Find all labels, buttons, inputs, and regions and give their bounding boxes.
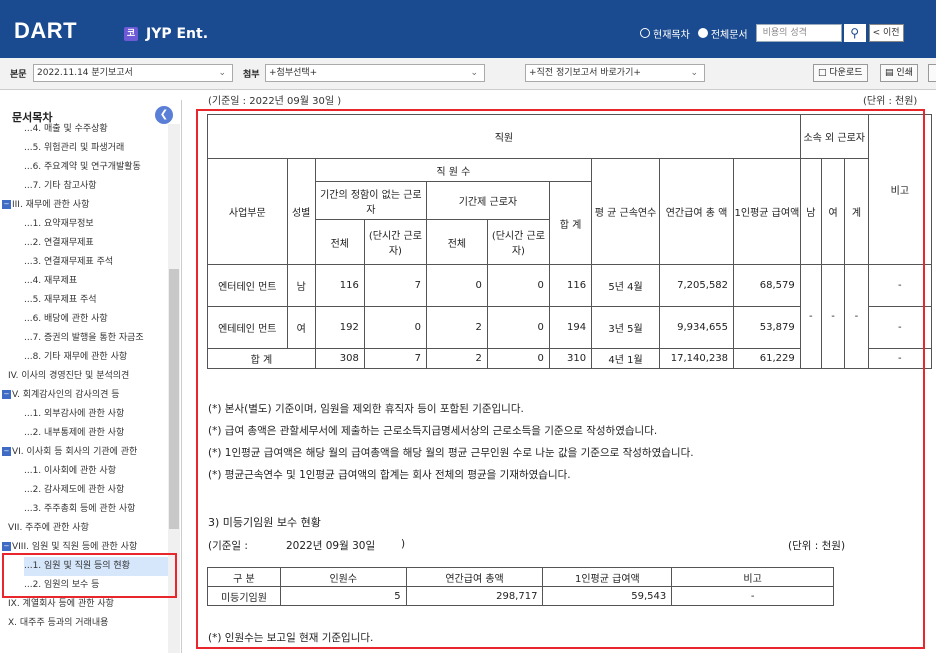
prev-date-partial: (기준일 : 2022년 09월 30일 ) bbox=[208, 96, 342, 107]
chevron-down-icon: ⌄ bbox=[470, 68, 478, 78]
chevron-down-icon: ⌄ bbox=[218, 68, 226, 78]
sidebar-item[interactable]: ...2. 연결재무제표 bbox=[24, 234, 172, 253]
download-icon: □ bbox=[818, 68, 827, 78]
radio-current-label[interactable]: 현재목차 bbox=[653, 26, 690, 41]
toc-highlight-box bbox=[2, 553, 177, 598]
sidebar-item-label: ...7. 증권의 발행을 통한 자금조 bbox=[24, 333, 144, 343]
print-icon: ▤ bbox=[885, 68, 894, 78]
sidebar-item[interactable]: ...7. 증권의 발행을 통한 자금조 bbox=[24, 329, 172, 348]
sidebar-item-label: ...6. 주요계약 및 연구개발활동 bbox=[24, 162, 141, 172]
doc-toolbar: 본문 2022.11.14 분기보고서 ⌄ 첨부 +첨부선택+ ⌄ +직전 정기보고… bbox=[0, 58, 936, 90]
sidebar-item-label: VI. 이사회 등 회사의 기관에 관한 bbox=[12, 447, 138, 457]
expand-toggle-icon[interactable]: − bbox=[2, 200, 11, 209]
sidebar-item[interactable]: − VI. 이사회 등 회사의 기관에 관한 bbox=[2, 443, 172, 462]
chevron-down-icon: ⌄ bbox=[690, 68, 698, 78]
dart-logo[interactable]: DART bbox=[14, 18, 77, 44]
radio-all-label[interactable]: 전체문서 bbox=[711, 26, 748, 41]
sidebar-item[interactable]: ...8. 기타 재무에 관한 사항 bbox=[24, 348, 172, 367]
sidebar-item[interactable]: ...6. 배당에 관한 사항 bbox=[24, 310, 172, 329]
main-doc-value: 2022.11.14 분기보고서 bbox=[37, 68, 133, 78]
more-button[interactable] bbox=[928, 64, 936, 82]
sidebar-item[interactable]: ...2. 감사제도에 관한 사항 bbox=[24, 481, 172, 500]
sidebar-item[interactable]: ...7. 기타 참고사항 bbox=[24, 177, 172, 196]
expand-toggle-icon[interactable]: − bbox=[2, 447, 11, 456]
sidebar-item[interactable]: ...2. 내부통제에 관한 사항 bbox=[24, 424, 172, 443]
prev-unit-partial: (단위 : 천원) bbox=[863, 96, 918, 107]
recent-report-select[interactable]: +직전 정기보고서 바로가기+ ⌄ bbox=[525, 64, 705, 82]
sidebar-item[interactable]: ...1. 외부감사에 관한 사항 bbox=[24, 405, 172, 424]
download-label: 다운로드 bbox=[829, 68, 863, 78]
sidebar-item-label: IV. 이사의 경영진단 및 분석의견 bbox=[8, 371, 130, 381]
search-area: 현재목차 전체문서 비용의 성격 ⚲ < 이전 bbox=[640, 24, 904, 42]
sidebar-item-label: ...1. 외부감사에 관한 사항 bbox=[24, 409, 125, 419]
expand-toggle-icon[interactable]: − bbox=[2, 390, 11, 399]
sidebar-item-label: ...1. 이사회에 관한 사항 bbox=[24, 466, 116, 476]
download-button[interactable]: □ 다운로드 bbox=[813, 64, 868, 82]
expand-toggle-icon[interactable]: − bbox=[2, 542, 11, 551]
sidebar-item-label: ...5. 위험관리 및 파생거래 bbox=[24, 143, 125, 153]
print-label: 인쇄 bbox=[896, 68, 913, 78]
company-label: JYP Ent. bbox=[146, 26, 209, 42]
sidebar-item[interactable]: IV. 이사의 경영진단 및 분석의견 bbox=[8, 367, 172, 386]
sidebar-item[interactable]: ...3. 연결재무제표 주석 bbox=[24, 253, 172, 272]
sidebar-item[interactable]: ...3. 주주총회 등에 관한 사항 bbox=[24, 500, 172, 519]
sidebar-item-label: ...2. 연결재무제표 bbox=[24, 238, 94, 248]
sidebar-item-label: ...4. 매출 및 수주상황 bbox=[24, 124, 108, 134]
sidebar-item-label: ...6. 배당에 관한 사항 bbox=[24, 314, 108, 324]
search-input[interactable]: 비용의 성격 bbox=[755, 24, 842, 42]
prev-button[interactable]: < 이전 bbox=[868, 24, 904, 42]
sidebar-item-label: IX. 계열회사 등에 관한 사항 bbox=[8, 599, 114, 609]
radio-current-icon[interactable] bbox=[640, 28, 650, 38]
sidebar-item[interactable]: ...1. 요약재무정보 bbox=[24, 215, 172, 234]
sidebar-item-label: X. 대주주 등과의 거래내용 bbox=[8, 618, 109, 628]
attach-label: 첨부 bbox=[243, 70, 260, 80]
company-icon: 코 bbox=[124, 27, 138, 41]
sidebar-item[interactable]: ...5. 위험관리 및 파생거래 bbox=[24, 139, 172, 158]
sidebar-item[interactable]: ...6. 주요계약 및 연구개발활동 bbox=[24, 158, 172, 177]
app-header: DART 코 JYP Ent. 현재목차 전체문서 비용의 성격 ⚲ < 이전 bbox=[0, 0, 936, 58]
scroll-thumb[interactable] bbox=[169, 269, 179, 529]
sidebar-item-label: ...8. 기타 재무에 관한 사항 bbox=[24, 352, 128, 362]
attach-value: +첨부선택+ bbox=[269, 68, 318, 78]
main-label: 본문 bbox=[10, 70, 27, 80]
print-button[interactable]: ▤ 인쇄 bbox=[880, 64, 918, 82]
sidebar-item-label: ...7. 기타 참고사항 bbox=[24, 181, 97, 191]
sidebar-item-label: VII. 주주에 관한 사항 bbox=[8, 523, 89, 533]
search-icon[interactable]: ⚲ bbox=[843, 24, 866, 42]
sidebar-item-label: ...3. 연결재무제표 주석 bbox=[24, 257, 114, 267]
content-highlight-box bbox=[196, 109, 925, 649]
sidebar-item-label: ...4. 재무제표 bbox=[24, 276, 78, 286]
sidebar-item[interactable]: ...5. 재무제표 주석 bbox=[24, 291, 172, 310]
sidebar-item-label: ...2. 감사제도에 관한 사항 bbox=[24, 485, 125, 495]
sidebar-item-label: V. 회계감사인의 감사의견 등 bbox=[12, 390, 120, 400]
sidebar-item-label: ...5. 재무제표 주석 bbox=[24, 295, 97, 305]
company-name: 코 JYP Ent. bbox=[124, 26, 208, 42]
sidebar-item-label: ...3. 주주총회 등에 관한 사항 bbox=[24, 504, 136, 514]
sidebar-item[interactable]: − III. 재무에 관한 사항 bbox=[2, 196, 172, 215]
sidebar-item-label: VIII. 임원 및 직원 등에 관한 사항 bbox=[12, 542, 138, 552]
sidebar-item[interactable]: ...1. 이사회에 관한 사항 bbox=[24, 462, 172, 481]
sidebar-item[interactable]: VII. 주주에 관한 사항 bbox=[8, 519, 172, 538]
sidebar-item-label: III. 재무에 관한 사항 bbox=[12, 200, 90, 210]
attach-select[interactable]: +첨부선택+ ⌄ bbox=[265, 64, 485, 82]
recent-report-value: +직전 정기보고서 바로가기+ bbox=[529, 68, 641, 78]
sidebar-item[interactable]: − V. 회계감사인의 감사의견 등 bbox=[2, 386, 172, 405]
main-doc-select[interactable]: 2022.11.14 분기보고서 ⌄ bbox=[33, 64, 233, 82]
sidebar-item-label: ...1. 요약재무정보 bbox=[24, 219, 94, 229]
radio-all-icon[interactable] bbox=[697, 28, 708, 38]
sidebar-item-label: ...2. 내부통제에 관한 사항 bbox=[24, 428, 125, 438]
sidebar-item[interactable]: X. 대주주 등과의 거래내용 bbox=[8, 614, 172, 633]
sidebar-item[interactable]: ...4. 매출 및 수주상황 bbox=[24, 120, 172, 139]
sidebar-item[interactable]: ...4. 재무제표 bbox=[24, 272, 172, 291]
